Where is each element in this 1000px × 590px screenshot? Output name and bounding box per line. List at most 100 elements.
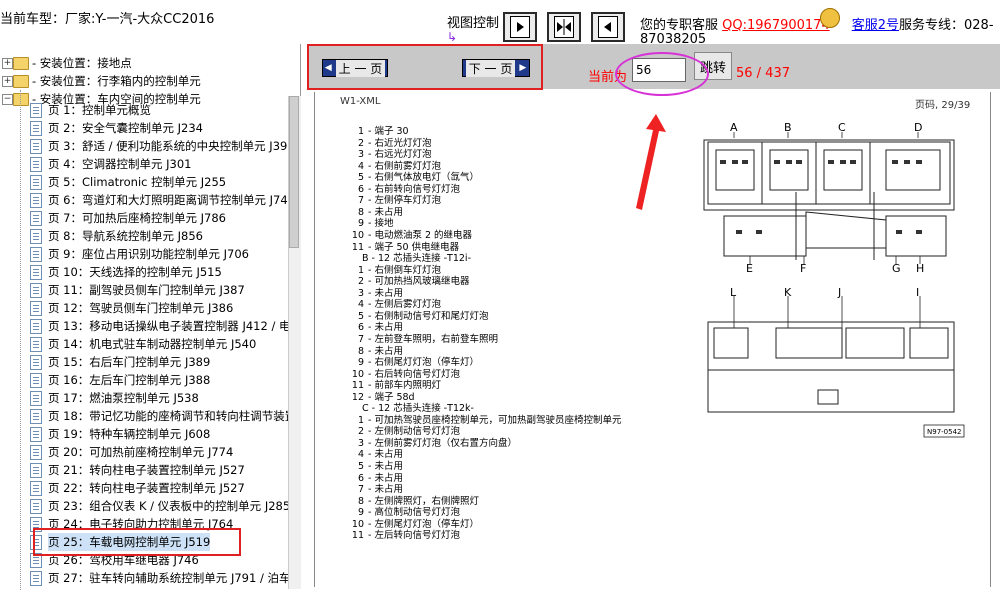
doc-line: 9 - 接地 bbox=[350, 218, 394, 230]
document-icon bbox=[30, 301, 42, 316]
doc-line: 6 - 右前转向信号灯灯泡 bbox=[350, 184, 460, 195]
tree-page-item[interactable]: 页 22：转向柱电子装置控制单元 J527 bbox=[0, 479, 290, 497]
pin-description: - 右前转向信号灯灯泡 bbox=[368, 183, 460, 195]
tree-scrollbar-thumb[interactable] bbox=[289, 96, 299, 248]
tree-page-label: 页 10：天线选择的控制单元 J515 bbox=[48, 265, 222, 279]
tree-page-item[interactable]: 页 21：转向柱电子装置控制单元 J527 bbox=[0, 461, 290, 479]
arrow-left-icon bbox=[598, 16, 618, 38]
tree-page-label: 页 5：Climatronic 控制单元 J255 bbox=[48, 175, 227, 189]
label-b: B bbox=[784, 121, 792, 134]
doc-line: 7 - 左前登车照明，右前登车照明 bbox=[350, 334, 498, 345]
doc-line: 11 - 左后转向信号灯灯泡 bbox=[350, 530, 460, 541]
folder-icon bbox=[13, 57, 29, 70]
expand-toggle-icon[interactable]: + bbox=[2, 76, 13, 87]
tree-page-item[interactable]: 页 6：弯道灯和大灯照明距离调节控制单元 J745 bbox=[0, 191, 295, 209]
pin-description: C - 12 芯插头连接 -T12k- bbox=[362, 403, 474, 415]
pin-number: 5 bbox=[357, 461, 364, 472]
pin-description: - 左侧牌照灯，右侧牌照灯 bbox=[368, 495, 479, 507]
document-icon bbox=[30, 103, 42, 118]
tree-page-label: 页 22：转向柱电子装置控制单元 J527 bbox=[48, 481, 245, 495]
doc-header-left: W1-XML bbox=[340, 96, 381, 107]
tree-folder-row[interactable]: + - 安装位置：接地点 bbox=[0, 54, 300, 72]
pin-number: 6 bbox=[357, 322, 364, 334]
arrow-right-icon bbox=[510, 16, 530, 38]
pin-description: - 左侧尾灯灯泡（停车灯） bbox=[368, 518, 479, 530]
label-h: H bbox=[916, 262, 924, 275]
annotation-oval bbox=[615, 52, 709, 96]
tree-page-item[interactable]: 页 10：天线选择的控制单元 J515 bbox=[0, 263, 290, 281]
tree-page-item[interactable]: 页 23：组合仪表 K / 仪表板中的控制单元 J285 bbox=[0, 497, 290, 515]
pin-description: - 端子 58d bbox=[368, 391, 415, 403]
view-split-button[interactable] bbox=[547, 12, 581, 42]
doc-line: 12 - 端子 58d bbox=[350, 392, 415, 403]
pin-description: - 左侧前雾灯灯泡（仅右置方向盘） bbox=[368, 437, 517, 449]
view-left-panel-button[interactable] bbox=[591, 12, 625, 42]
folder-icon bbox=[13, 75, 29, 88]
pin-number: 2 bbox=[357, 137, 364, 149]
tree-page-item[interactable]: 页 9：座位占用识别功能控制单元 J706 bbox=[0, 245, 290, 263]
label-d: D bbox=[914, 121, 922, 134]
pin-description: - 右侧制动信号灯和尾灯灯泡 bbox=[368, 310, 489, 322]
tree-page-item[interactable]: 页 18：带记忆功能的座椅调节和转向柱调节装置 bbox=[0, 407, 296, 425]
pin-description: - 未占用 bbox=[368, 461, 403, 472]
service2-link[interactable]: 客服2号 bbox=[852, 18, 899, 33]
view-right-panel-button[interactable] bbox=[503, 12, 537, 42]
pin-description: - 右侧尾灯灯泡（停车灯） bbox=[368, 357, 479, 368]
tree-page-item[interactable]: 页 12：驾驶员侧车门控制单元 J386 bbox=[0, 299, 290, 317]
tree-page-item[interactable]: 页 20：可加热前座椅控制单元 J774 bbox=[0, 443, 290, 461]
tree-page-label: 页 15：右后车门控制单元 J389 bbox=[48, 355, 211, 369]
tree-page-item[interactable]: 页 1：控制单元概览 bbox=[0, 101, 290, 119]
doc-line: 7 - 左侧停车灯灯泡 bbox=[350, 195, 441, 206]
pin-number: 5 bbox=[357, 172, 364, 184]
document-icon bbox=[30, 175, 42, 190]
doc-line: 1 - 可加热驾驶员座椅控制单元，可加热副驾驶员座椅控制单元 bbox=[350, 415, 622, 426]
pin-description: - 右近光灯灯泡 bbox=[368, 137, 432, 149]
pin-number: 2 bbox=[357, 276, 364, 288]
doc-line: 3 - 左侧前雾灯灯泡（仅右置方向盘） bbox=[350, 438, 517, 449]
fuse-relay-box-diagram: A B C D E F G H L K J I N97-0542 bbox=[703, 121, 965, 438]
pin-number: 8 bbox=[357, 206, 364, 218]
tree-page-item[interactable]: 页 14：机电式驻车制动器控制单元 J540 bbox=[0, 335, 290, 353]
label-g: G bbox=[892, 262, 901, 275]
label-k: K bbox=[784, 286, 792, 299]
qq-penguin-icon[interactable] bbox=[820, 8, 840, 28]
pin-number: 7 bbox=[357, 484, 364, 496]
tree-page-item[interactable]: 页 15：右后车门控制单元 J389 bbox=[0, 353, 290, 371]
document-icon bbox=[30, 391, 42, 406]
diagram-code: N97-0542 bbox=[927, 428, 961, 436]
tree-page-item[interactable]: 页 4：空调器控制单元 J301 bbox=[0, 155, 290, 173]
tree-page-item[interactable]: 页 5：Climatronic 控制单元 J255 bbox=[0, 173, 290, 191]
tree-page-item[interactable]: 页 17：燃油泵控制单元 J538 bbox=[0, 389, 290, 407]
document-icon bbox=[30, 427, 42, 442]
tree-page-item[interactable]: 页 7：可加热后座椅控制单元 J786 bbox=[0, 209, 290, 227]
document-icon bbox=[30, 265, 42, 280]
document-icon bbox=[30, 157, 42, 172]
tree-page-item[interactable]: 页 3：舒适 / 便利功能系统的中央控制单元 J393 bbox=[0, 137, 295, 155]
qq-link[interactable]: QQ:1967900174 bbox=[722, 18, 830, 33]
tree-page-item[interactable]: 页 13：移动电话操纵电子装置控制器 J412 / 电话 bbox=[0, 317, 300, 335]
tree-folder-row[interactable]: + - 安装位置：行李箱内的控制单元 bbox=[0, 72, 300, 90]
doc-line: 6 - 未占用 bbox=[350, 322, 403, 333]
pin-number: 12 bbox=[351, 391, 364, 403]
document-icon bbox=[30, 139, 42, 154]
tree-page-item[interactable]: 页 2：安全气囊控制单元 J234 bbox=[0, 119, 290, 137]
tree-page-label: 页 16：左后车门控制单元 J388 bbox=[48, 373, 211, 387]
tree-page-label: 页 27：驻车转向辅助系统控制单元 J791 / 泊车转 bbox=[48, 571, 301, 585]
pin-number: 1 bbox=[357, 126, 364, 137]
expand-toggle-icon[interactable]: + bbox=[2, 58, 13, 69]
document-icon bbox=[30, 481, 42, 496]
tree-page-item[interactable]: 页 11：副驾驶员侧车门控制单元 J387 bbox=[0, 281, 290, 299]
split-arrows-icon bbox=[554, 16, 574, 38]
tree-page-label: 页 7：可加热后座椅控制单元 J786 bbox=[48, 211, 226, 225]
pin-number: 7 bbox=[357, 195, 364, 207]
doc-line: 5 - 右侧制动信号灯和尾灯灯泡 bbox=[350, 310, 489, 322]
tree-page-item[interactable]: 页 8：导航系统控制单元 J856 bbox=[0, 227, 290, 245]
pin-description: - 未占用 bbox=[368, 345, 403, 357]
tree-page-item[interactable]: 页 16：左后车门控制单元 J388 bbox=[0, 371, 290, 389]
pin-description: - 接地 bbox=[368, 218, 394, 230]
tree-page-item[interactable]: 页 27：驻车转向辅助系统控制单元 J791 / 泊车转 bbox=[0, 569, 300, 587]
tree-page-label: 页 11：副驾驶员侧车门控制单元 J387 bbox=[48, 283, 245, 297]
tree-page-item[interactable]: 页 19：特种车辆控制单元 J608 bbox=[0, 425, 290, 443]
tree-page-label: 页 14：机电式驻车制动器控制单元 J540 bbox=[48, 337, 257, 351]
page-count: 56 / 437 bbox=[736, 66, 790, 81]
